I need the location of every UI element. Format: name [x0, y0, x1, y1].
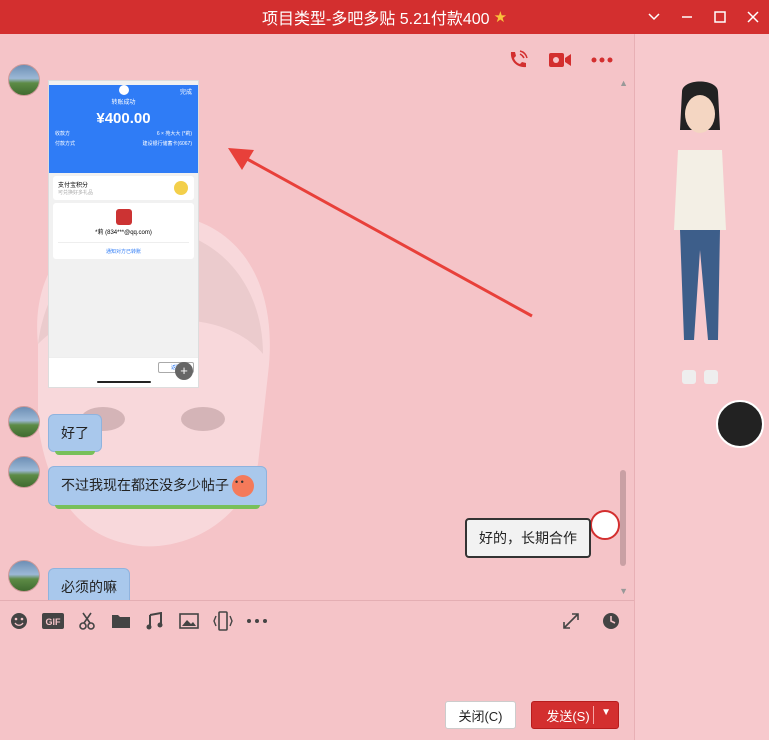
contact-avatar[interactable]	[8, 456, 40, 488]
chat-toolbar	[506, 48, 634, 72]
chat-area[interactable]: 完成 转账成功 ¥400.00 收款方 6 × 苑大大 (*莉) 付款方式 建设…	[0, 34, 634, 600]
chevron-down-icon[interactable]	[637, 0, 670, 34]
window-title: 项目类型-多吧多贴 5.21付款400	[261, 11, 490, 28]
shake-icon[interactable]	[212, 611, 234, 631]
expand-icon[interactable]	[560, 611, 582, 631]
svg-text:GIF: GIF	[46, 617, 62, 627]
message-input-area[interactable]: GIF 关闭(C) 发送(S) ▼	[0, 600, 634, 740]
contact-avatar[interactable]	[8, 560, 40, 592]
minimize-icon[interactable]	[670, 0, 703, 34]
qq-show-character	[674, 81, 726, 384]
title-bar: 项目类型-多吧多贴 5.21付款400 ★	[0, 0, 769, 34]
music-icon[interactable]	[144, 611, 166, 631]
more-icon[interactable]	[246, 611, 268, 631]
gif-icon[interactable]: GIF	[42, 611, 64, 631]
scroll-up-arrow[interactable]: ▲	[619, 78, 628, 88]
chevron-down-icon[interactable]: ▼	[601, 707, 611, 718]
message-bubble[interactable]: 不过我现在都还没多少帖子	[48, 466, 267, 510]
zoom-icon[interactable]: +	[175, 362, 193, 380]
emoji-icon[interactable]	[8, 611, 30, 631]
transfer-status: 转账成功	[111, 100, 136, 106]
alipay-logo-icon	[118, 85, 129, 95]
my-avatar[interactable]	[590, 510, 620, 540]
send-divider	[593, 706, 594, 724]
payee-row: 收款方 6 × 苑大大 (*莉)	[55, 131, 192, 137]
star-icon: ★	[493, 9, 508, 26]
payment-screenshot-image[interactable]: 完成 转账成功 ¥400.00 收款方 6 × 苑大大 (*莉) 付款方式 建设…	[48, 80, 199, 388]
home-indicator	[97, 381, 151, 383]
image-icon[interactable]	[178, 611, 200, 631]
message-bubble[interactable]: 好了	[48, 414, 102, 455]
payee-account: *莉 (834***@qq.com)	[95, 230, 152, 236]
folder-icon[interactable]	[110, 611, 132, 631]
contact-avatar[interactable]	[8, 406, 40, 438]
history-clock-icon[interactable]	[600, 611, 622, 631]
close-icon[interactable]	[736, 0, 769, 34]
window-controls	[637, 0, 769, 34]
send-button[interactable]: 发送(S) ▼	[531, 701, 619, 729]
scrollbar-thumb[interactable]	[620, 470, 626, 566]
payee-card: *莉 (834***@qq.com) 通知对方已转账	[53, 203, 194, 259]
contact-avatar[interactable]	[8, 64, 40, 96]
message-bubble-self[interactable]: 好的，长期合作	[465, 518, 591, 558]
maximize-icon[interactable]	[703, 0, 736, 34]
close-button[interactable]: 关闭(C)	[445, 701, 516, 729]
points-card: 支付宝积分 可兑换好多礼品	[53, 176, 194, 200]
payee-avatar	[115, 209, 132, 225]
coin-icon	[174, 181, 188, 195]
payment-method-row: 付款方式 建设银行储蓄卡(6067)	[55, 141, 192, 147]
payment-header: 完成 转账成功 ¥400.00 收款方 6 × 苑大大 (*莉) 付款方式 建设…	[49, 85, 198, 173]
qq-penguin-badge-icon[interactable]	[716, 400, 764, 448]
notify-link: 通知对方已转账	[58, 242, 189, 255]
scroll-down-arrow[interactable]: ▼	[619, 586, 628, 596]
scissors-icon[interactable]	[76, 611, 98, 631]
transfer-amount: ¥400.00	[96, 110, 151, 127]
phone-call-icon[interactable]	[506, 48, 530, 72]
done-label: 完成	[179, 90, 192, 96]
arrow-annotation	[228, 148, 533, 318]
video-call-icon[interactable]	[548, 48, 572, 72]
message-bubble[interactable]: 必须的嘛	[48, 568, 130, 600]
input-toolbar: GIF	[8, 611, 268, 631]
emoji-face-icon	[232, 475, 254, 498]
more-icon[interactable]	[590, 48, 614, 72]
input-toolbar-right	[560, 611, 622, 631]
